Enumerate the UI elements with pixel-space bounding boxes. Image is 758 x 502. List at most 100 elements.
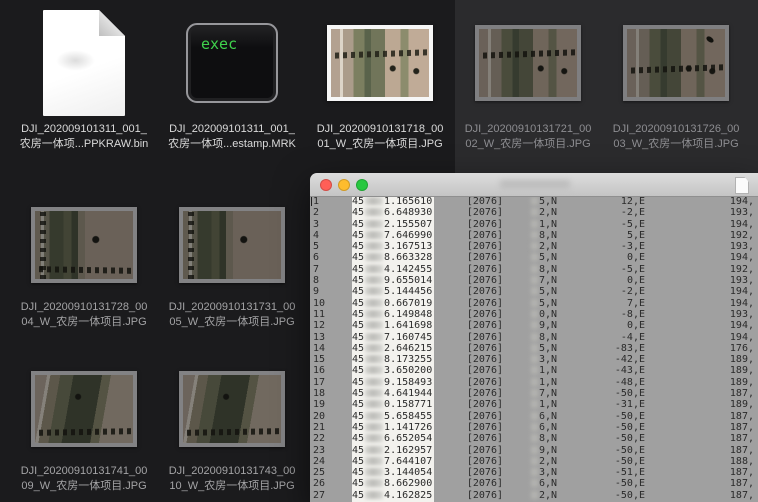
filename-label[interactable]: DJI_20200910131721_00 02_W_农房一体项目.JPG [453,122,603,152]
altitude-value: 194, [729,320,754,332]
filename-label[interactable]: DJI_20200910131731_00 05_W_农房一体项目.JPG [157,300,307,330]
north-offset: 8,N [503,433,557,444]
text-content[interactable]: 1 45 1.165610 [2076] 5,N 12,E 194, 2 45 6.648930[… [310,196,758,502]
table-row: 18 45 4.641944 [2076] 7,N -50,E 187, [310,388,758,399]
east-offset: -83,E [614,342,645,354]
photo-thumbnail [179,207,285,283]
north-offset-value: 6,N [538,421,557,433]
altitude-value: 194, [729,286,754,298]
redacted-blur [365,422,384,431]
close-button[interactable] [320,179,332,191]
redacted-blur [365,445,384,454]
gps-time-prefix: 45 [352,229,365,241]
east-offset: 0,E [626,320,645,332]
file-jpg-0003[interactable]: DJI_20200910131726_00 03_W_农房一体项目.JPG [601,6,751,152]
altitude-value: 176, [729,342,754,354]
north-offset: 7,N [503,275,557,286]
line-number: 13 [313,331,326,343]
north-offset: 8,N [503,332,557,343]
gps-time-prefix: 45 [352,433,365,445]
filename-label[interactable]: DJI_20200910131741_00 09_W_农房一体项目.JPG [9,464,159,494]
thumbnail-image [183,375,281,443]
redacted-blur [530,411,538,420]
gps-time-value: 8.663328 [384,252,433,264]
file-jpg-0001[interactable]: DJI_20200910131718_00 01_W_农房一体项目.JPG [305,6,455,152]
east-offset: 7,E [626,297,645,309]
altitude-value: 187, [729,444,754,456]
gps-time: 45 8.173255 [352,354,434,365]
window-title [500,180,570,189]
redacted-blur [365,468,384,477]
title-bar[interactable] [310,173,758,197]
east-offset: 0,E [626,275,645,287]
epoch-bracket: [2076] [466,196,503,207]
gps-time-value: 3.167513 [384,241,433,253]
gps-time: 45 6.648930 [352,207,434,218]
line-number: 15 [313,354,326,366]
altitude-value: 194, [729,218,754,230]
north-offset-value: 9,N [538,444,557,456]
line-number: 20 [313,410,326,422]
file-jpg-0010[interactable]: DJI_20200910131743_00 10_W_农房一体项目.JPG [157,356,307,494]
redacted-blur [365,208,384,217]
file-jpg-0009[interactable]: DJI_20200910131741_00 09_W_农房一体项目.JPG [9,356,159,494]
gps-time: 45 2.646215 [352,343,434,354]
filename-label[interactable]: DJI_20200910131718_00 01_W_农房一体项目.JPG [305,122,455,152]
gps-time-prefix: 45 [352,252,365,264]
filename-line: DJI_20200910131718_00 [316,123,444,135]
minimize-button[interactable] [338,179,350,191]
north-offset: 6,N [503,422,557,433]
redacted-blur [530,468,538,477]
epoch-bracket: [2076] [466,207,503,219]
redacted-blur [365,321,384,330]
epoch-bracket: [2076] [466,297,503,309]
filename-label[interactable]: DJI_202009101311_001_ 农房一体项...estamp.MRK [157,122,307,152]
thumbnail-image [35,211,133,279]
north-offset: 1,N [503,219,557,230]
table-row: 25 45 3.144054 [2076] 3,N -51,E 187, [310,467,758,478]
filename-line: DJI_20200910131743_00 [168,465,296,477]
gps-time: 45 1.165610 [352,196,434,207]
epoch-bracket: [2076] [466,354,503,366]
filename-label[interactable]: DJI_20200910131743_00 10_W_农房一体项目.JPG [157,464,307,494]
filename-line: 05_W_农房一体项目.JPG [169,316,295,328]
file-jpg-0002[interactable]: DJI_20200910131721_00 02_W_农房一体项目.JPG [453,6,603,152]
altitude-value: 189, [729,399,754,411]
file-jpg-0004[interactable]: DJI_20200910131728_00 04_W_农房一体项目.JPG [9,192,159,330]
gps-time-value: 9.158493 [384,376,433,388]
altitude-value: 187, [729,388,754,400]
north-offset-value: 7,N [538,275,557,287]
file-timestamp-mrk[interactable]: exec DJI_202009101311_001_ 农房一体项...estamp.… [157,6,307,152]
north-offset-value: 8,N [538,263,557,275]
filename-label[interactable]: DJI_20200910131728_00 04_W_农房一体项目.JPG [9,300,159,330]
zoom-button[interactable] [356,179,368,191]
redacted-blur [530,445,538,454]
photo-thumbnail [327,25,433,101]
thumbnail-image [627,29,725,97]
thumbnail-image [35,375,133,443]
gps-time-value: 6.652054 [384,433,433,445]
line-number: 11 [313,308,326,320]
filename-line: 03_W_农房一体项目.JPG [613,138,739,150]
filename-label[interactable]: DJI_20200910131726_00 03_W_农房一体项目.JPG [601,122,751,152]
file-ppkraw-bin[interactable]: DJI_202009101311_001_ 农房一体项...PPKRAW.bin [9,6,159,152]
file-jpg-0005[interactable]: DJI_20200910131731_00 05_W_农房一体项目.JPG [157,192,307,330]
filename-label[interactable]: DJI_202009101311_001_ 农房一体项...PPKRAW.bin [9,122,159,152]
north-offset: 6,N [503,411,557,422]
gps-time-value: 9.655014 [384,275,433,287]
redacted-blur [530,366,538,375]
line-number: 12 [313,320,326,332]
line-number: 18 [313,388,326,400]
gps-time: 45 7.644107 [352,456,434,467]
line-number: 24 [313,455,326,467]
redacted-blur [365,490,384,499]
file-icon-area [9,356,159,462]
line-number: 25 [313,467,326,479]
epoch-bracket: [2076] [466,365,503,377]
filename-line: 02_W_农房一体项目.JPG [465,138,591,150]
epoch-bracket: [2076] [466,421,503,433]
proxy-document-icon[interactable] [735,177,749,194]
north-offset-value: 9,N [538,320,557,332]
epoch-bracket: [2076] [466,320,503,332]
mrk-text-window[interactable]: 1 45 1.165610 [2076] 5,N 12,E 194, 2 45 6.648930[… [310,173,758,502]
